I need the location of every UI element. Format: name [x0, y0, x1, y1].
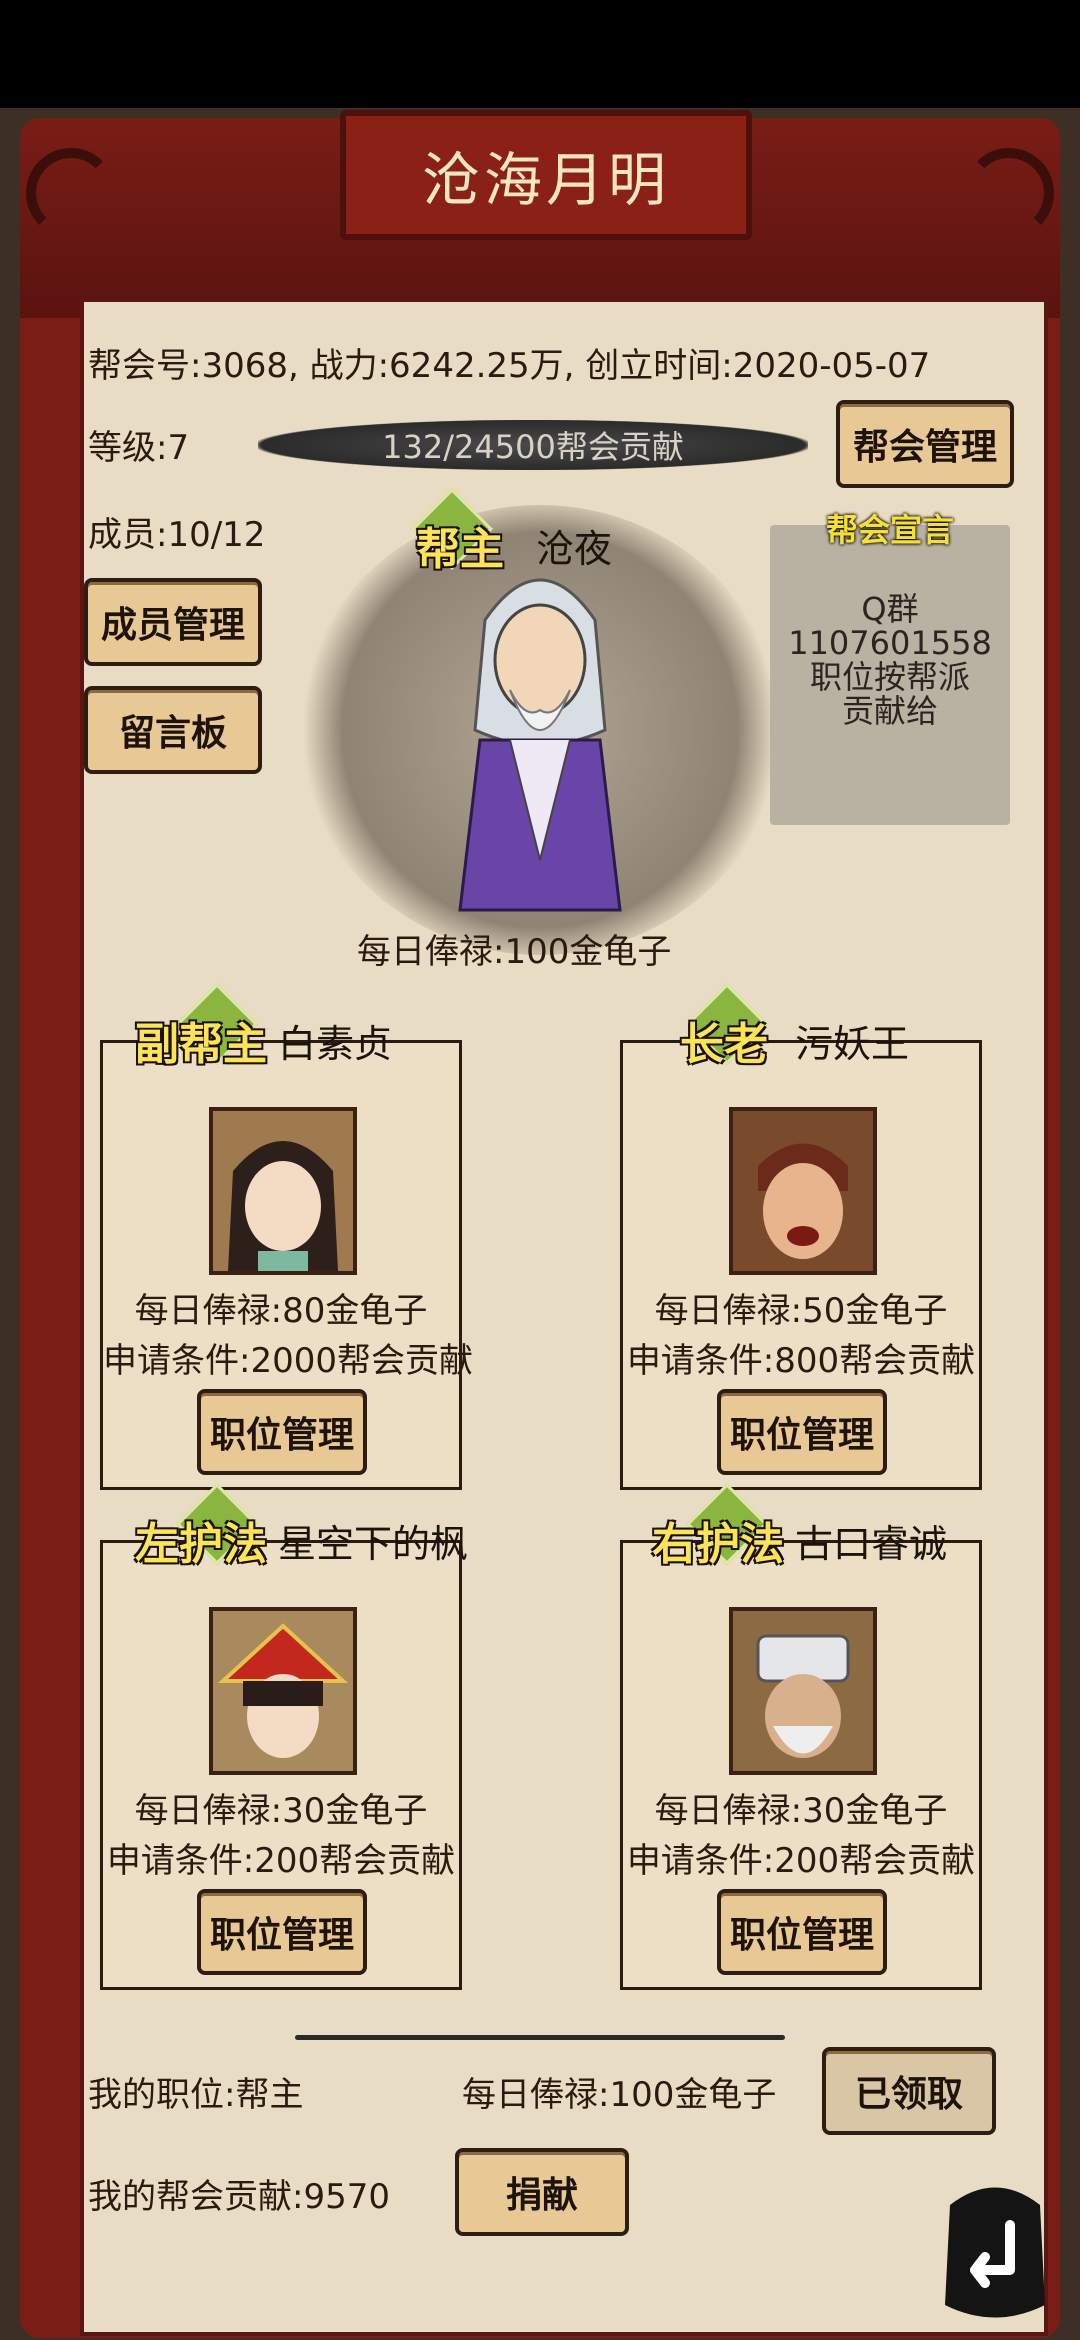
vice-leader-title: 副帮主 [135, 1019, 267, 1070]
right-guardian-name: 古口睿诚 [795, 1522, 948, 1566]
vice-leader-salary: 每日俸禄:80金龟子 [134, 1291, 428, 1331]
guild-name: 沧海月明 [421, 146, 670, 214]
left-guardian-requirement: 申请条件:200帮会贡献 [106, 1841, 456, 1881]
frame-scroll-ornament-left [26, 148, 116, 238]
my-contribution: 我的帮会贡献:9570 [88, 2177, 390, 2217]
position-card-vice-leader: 每日俸禄:80金龟子 申请条件:2000帮会贡献 职位管理 [100, 1040, 473, 1490]
member-manage-button[interactable]: 成员管理 [84, 578, 262, 666]
guild-declaration-title: 帮会宣言 [825, 511, 954, 549]
left-guardian-position-manage-button[interactable]: 职位管理 [197, 1889, 367, 1975]
angry-man-portrait-icon [729, 1107, 877, 1275]
donate-button[interactable]: 捐献 [455, 2148, 629, 2236]
vice-leader-requirement: 申请条件:2000帮会贡献 [103, 1341, 473, 1381]
guild-name-banner: 沧海月明 [340, 110, 752, 240]
vice-leader-position-manage-button[interactable]: 职位管理 [197, 1389, 367, 1475]
elder-salary: 每日俸禄:50金龟子 [654, 1291, 948, 1331]
left-guardian-salary: 每日俸禄:30金龟子 [134, 1791, 428, 1831]
vice-leader-name: 白素贞 [278, 1022, 393, 1066]
leader-salary: 每日俸禄:100金龟子 [357, 932, 672, 972]
back-arrow-icon[interactable] [940, 2175, 1050, 2325]
message-board-button[interactable]: 留言板 [84, 686, 262, 774]
footer-divider [295, 2035, 785, 2040]
my-salary: 每日俸禄:100金龟子 [462, 2075, 777, 2115]
position-card-right-guardian: 每日俸禄:30金龟子 申请条件:200帮会贡献 职位管理 [620, 1540, 982, 1990]
right-guardian-title: 右护法 [652, 1519, 784, 1570]
elder-title: 长老 [680, 1019, 768, 1070]
guild-member-count: 成员:10/12 [88, 515, 266, 555]
left-guardian-name: 星空下的枫 [278, 1522, 469, 1566]
right-guardian-salary: 每日俸禄:30金龟子 [654, 1791, 948, 1831]
right-guardian-position-manage-button[interactable]: 职位管理 [717, 1889, 887, 1975]
guild-manage-button[interactable]: 帮会管理 [836, 400, 1014, 488]
leader-portrait-icon [458, 578, 622, 912]
guild-level: 等级:7 [88, 428, 190, 468]
position-card-elder: 每日俸禄:50金龟子 申请条件:800帮会贡献 职位管理 [620, 1040, 982, 1490]
girl-red-hat-portrait-icon [209, 1607, 357, 1775]
right-guardian-requirement: 申请条件:200帮会贡献 [626, 1841, 976, 1881]
position-card-left-guardian: 每日俸禄:30金龟子 申请条件:200帮会贡献 职位管理 [100, 1540, 462, 1990]
old-man-white-hat-portrait-icon [729, 1607, 877, 1775]
guild-info-line: 帮会号:3068, 战力:6242.25万, 创立时间:2020-05-07 [88, 346, 931, 386]
my-position: 我的职位:帮主 [88, 2075, 304, 2115]
elder-name: 污妖王 [795, 1022, 910, 1066]
guild-declaration-text: Q群 1107601558 职位按帮派 贡献给 [788, 590, 992, 730]
frame-scroll-ornament-right [964, 148, 1054, 238]
claimed-button[interactable]: 已领取 [822, 2047, 996, 2135]
left-guardian-title: 左护法 [135, 1519, 267, 1570]
elder-position-manage-button[interactable]: 职位管理 [717, 1389, 887, 1475]
female-warrior-portrait-icon [209, 1107, 357, 1275]
elder-requirement: 申请条件:800帮会贡献 [626, 1341, 976, 1381]
contribution-progress-bar: 132/24500帮会贡献 [258, 420, 808, 470]
contribution-progress-text: 132/24500帮会贡献 [382, 428, 684, 466]
